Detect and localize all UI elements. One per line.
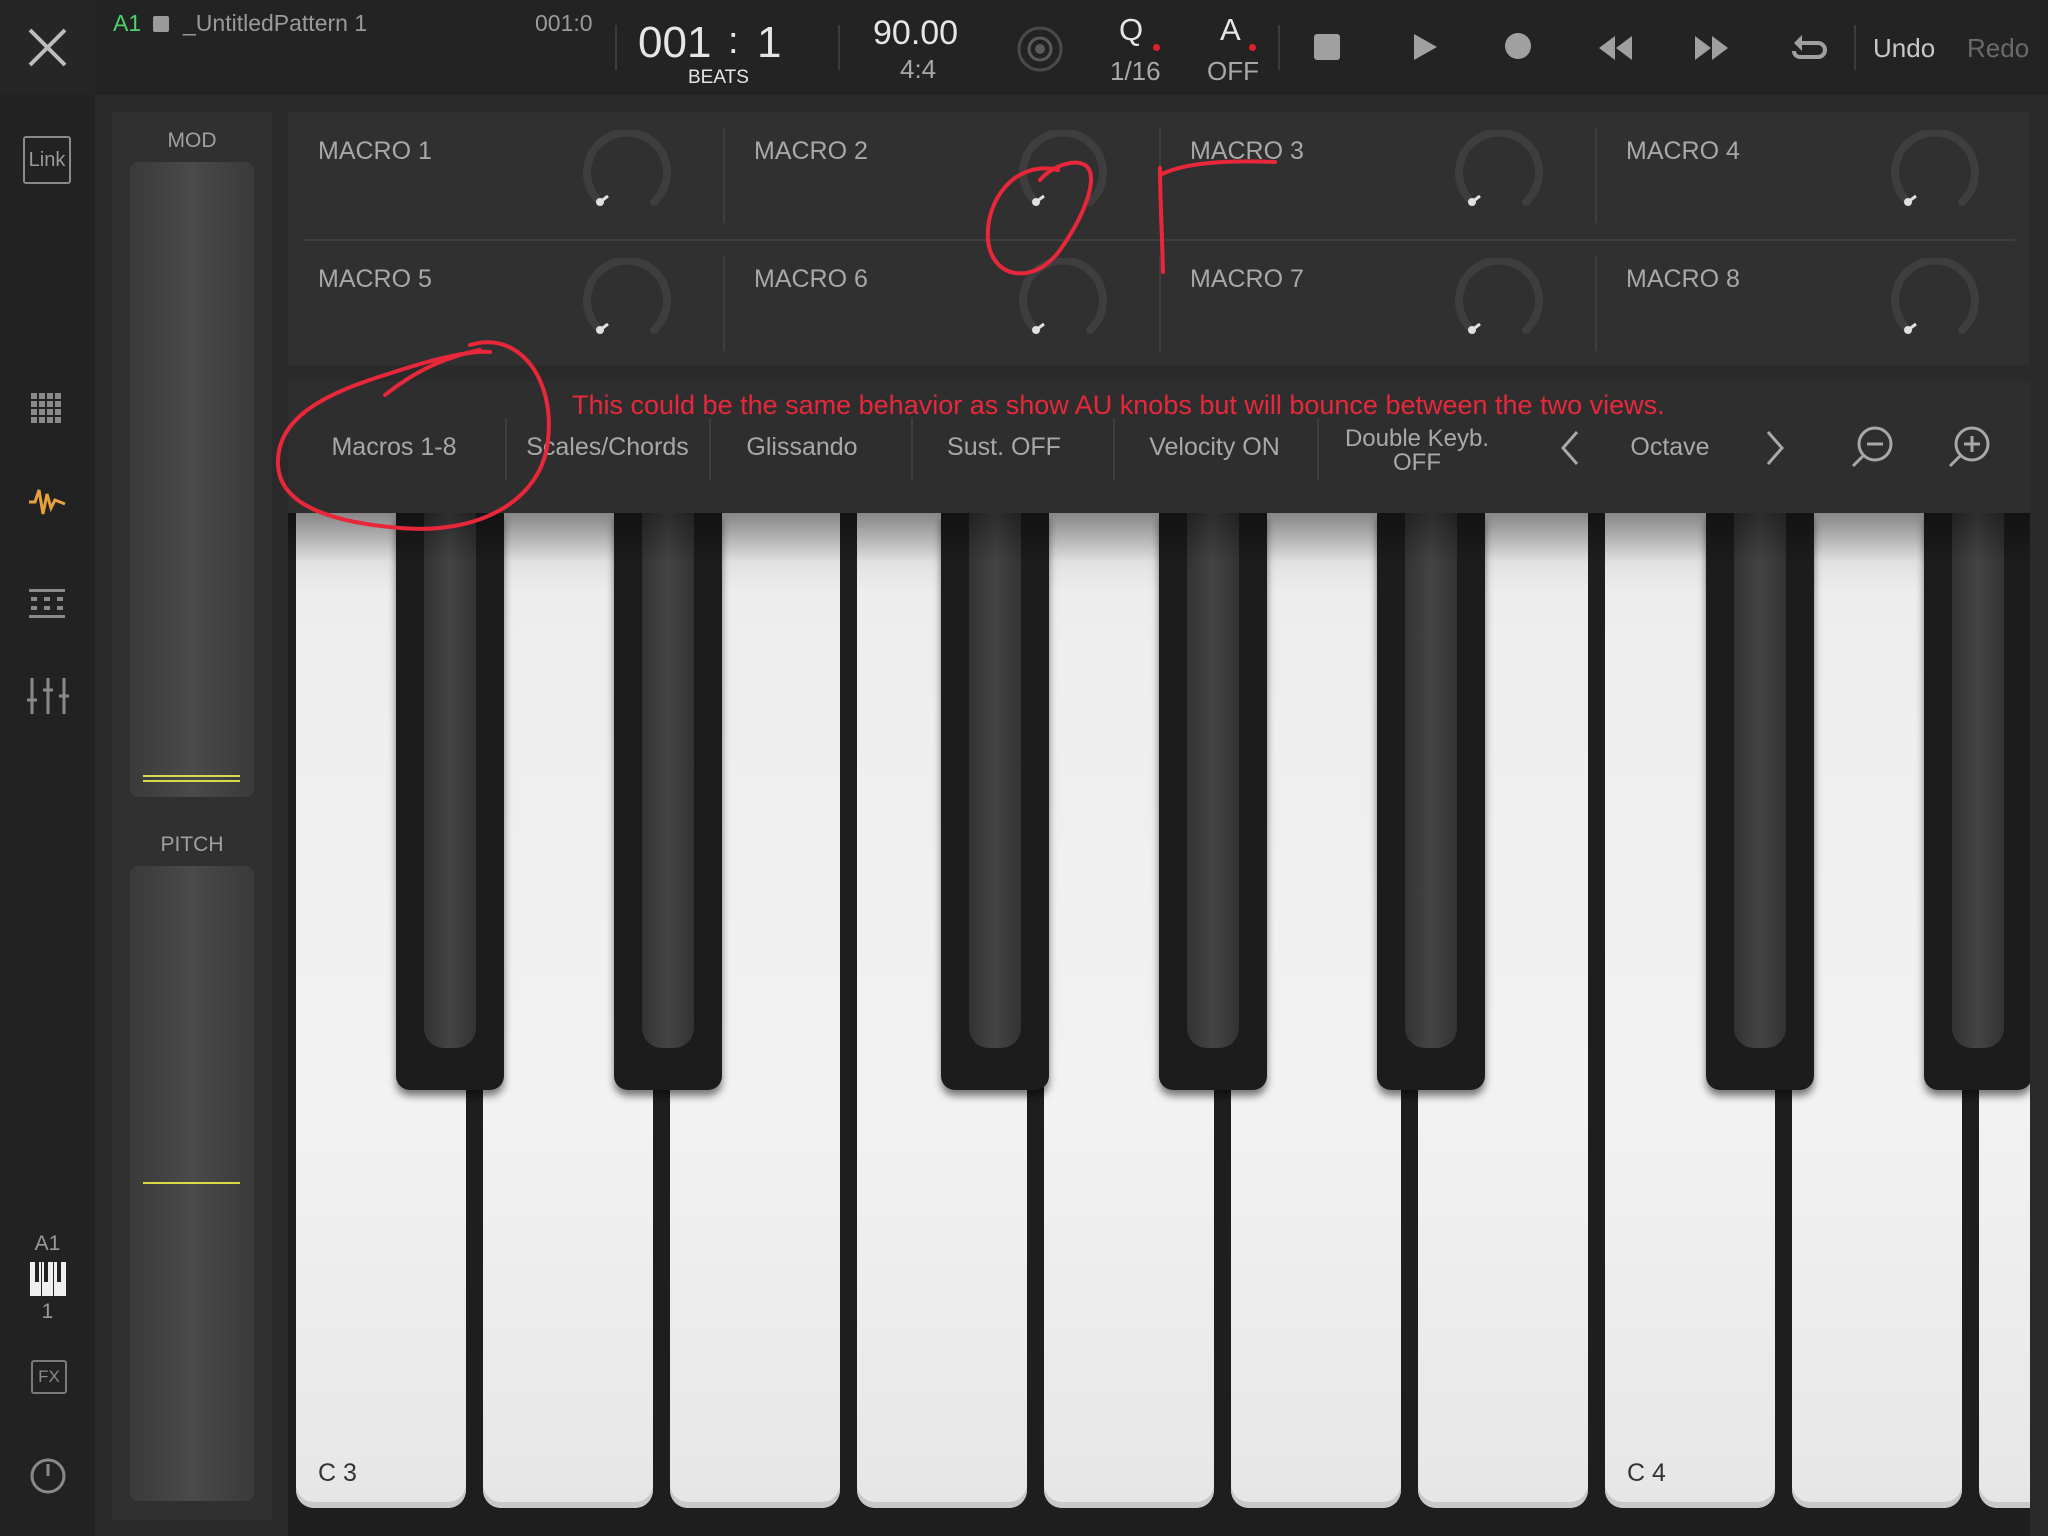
- annotation-drawing: [275, 159, 1277, 531]
